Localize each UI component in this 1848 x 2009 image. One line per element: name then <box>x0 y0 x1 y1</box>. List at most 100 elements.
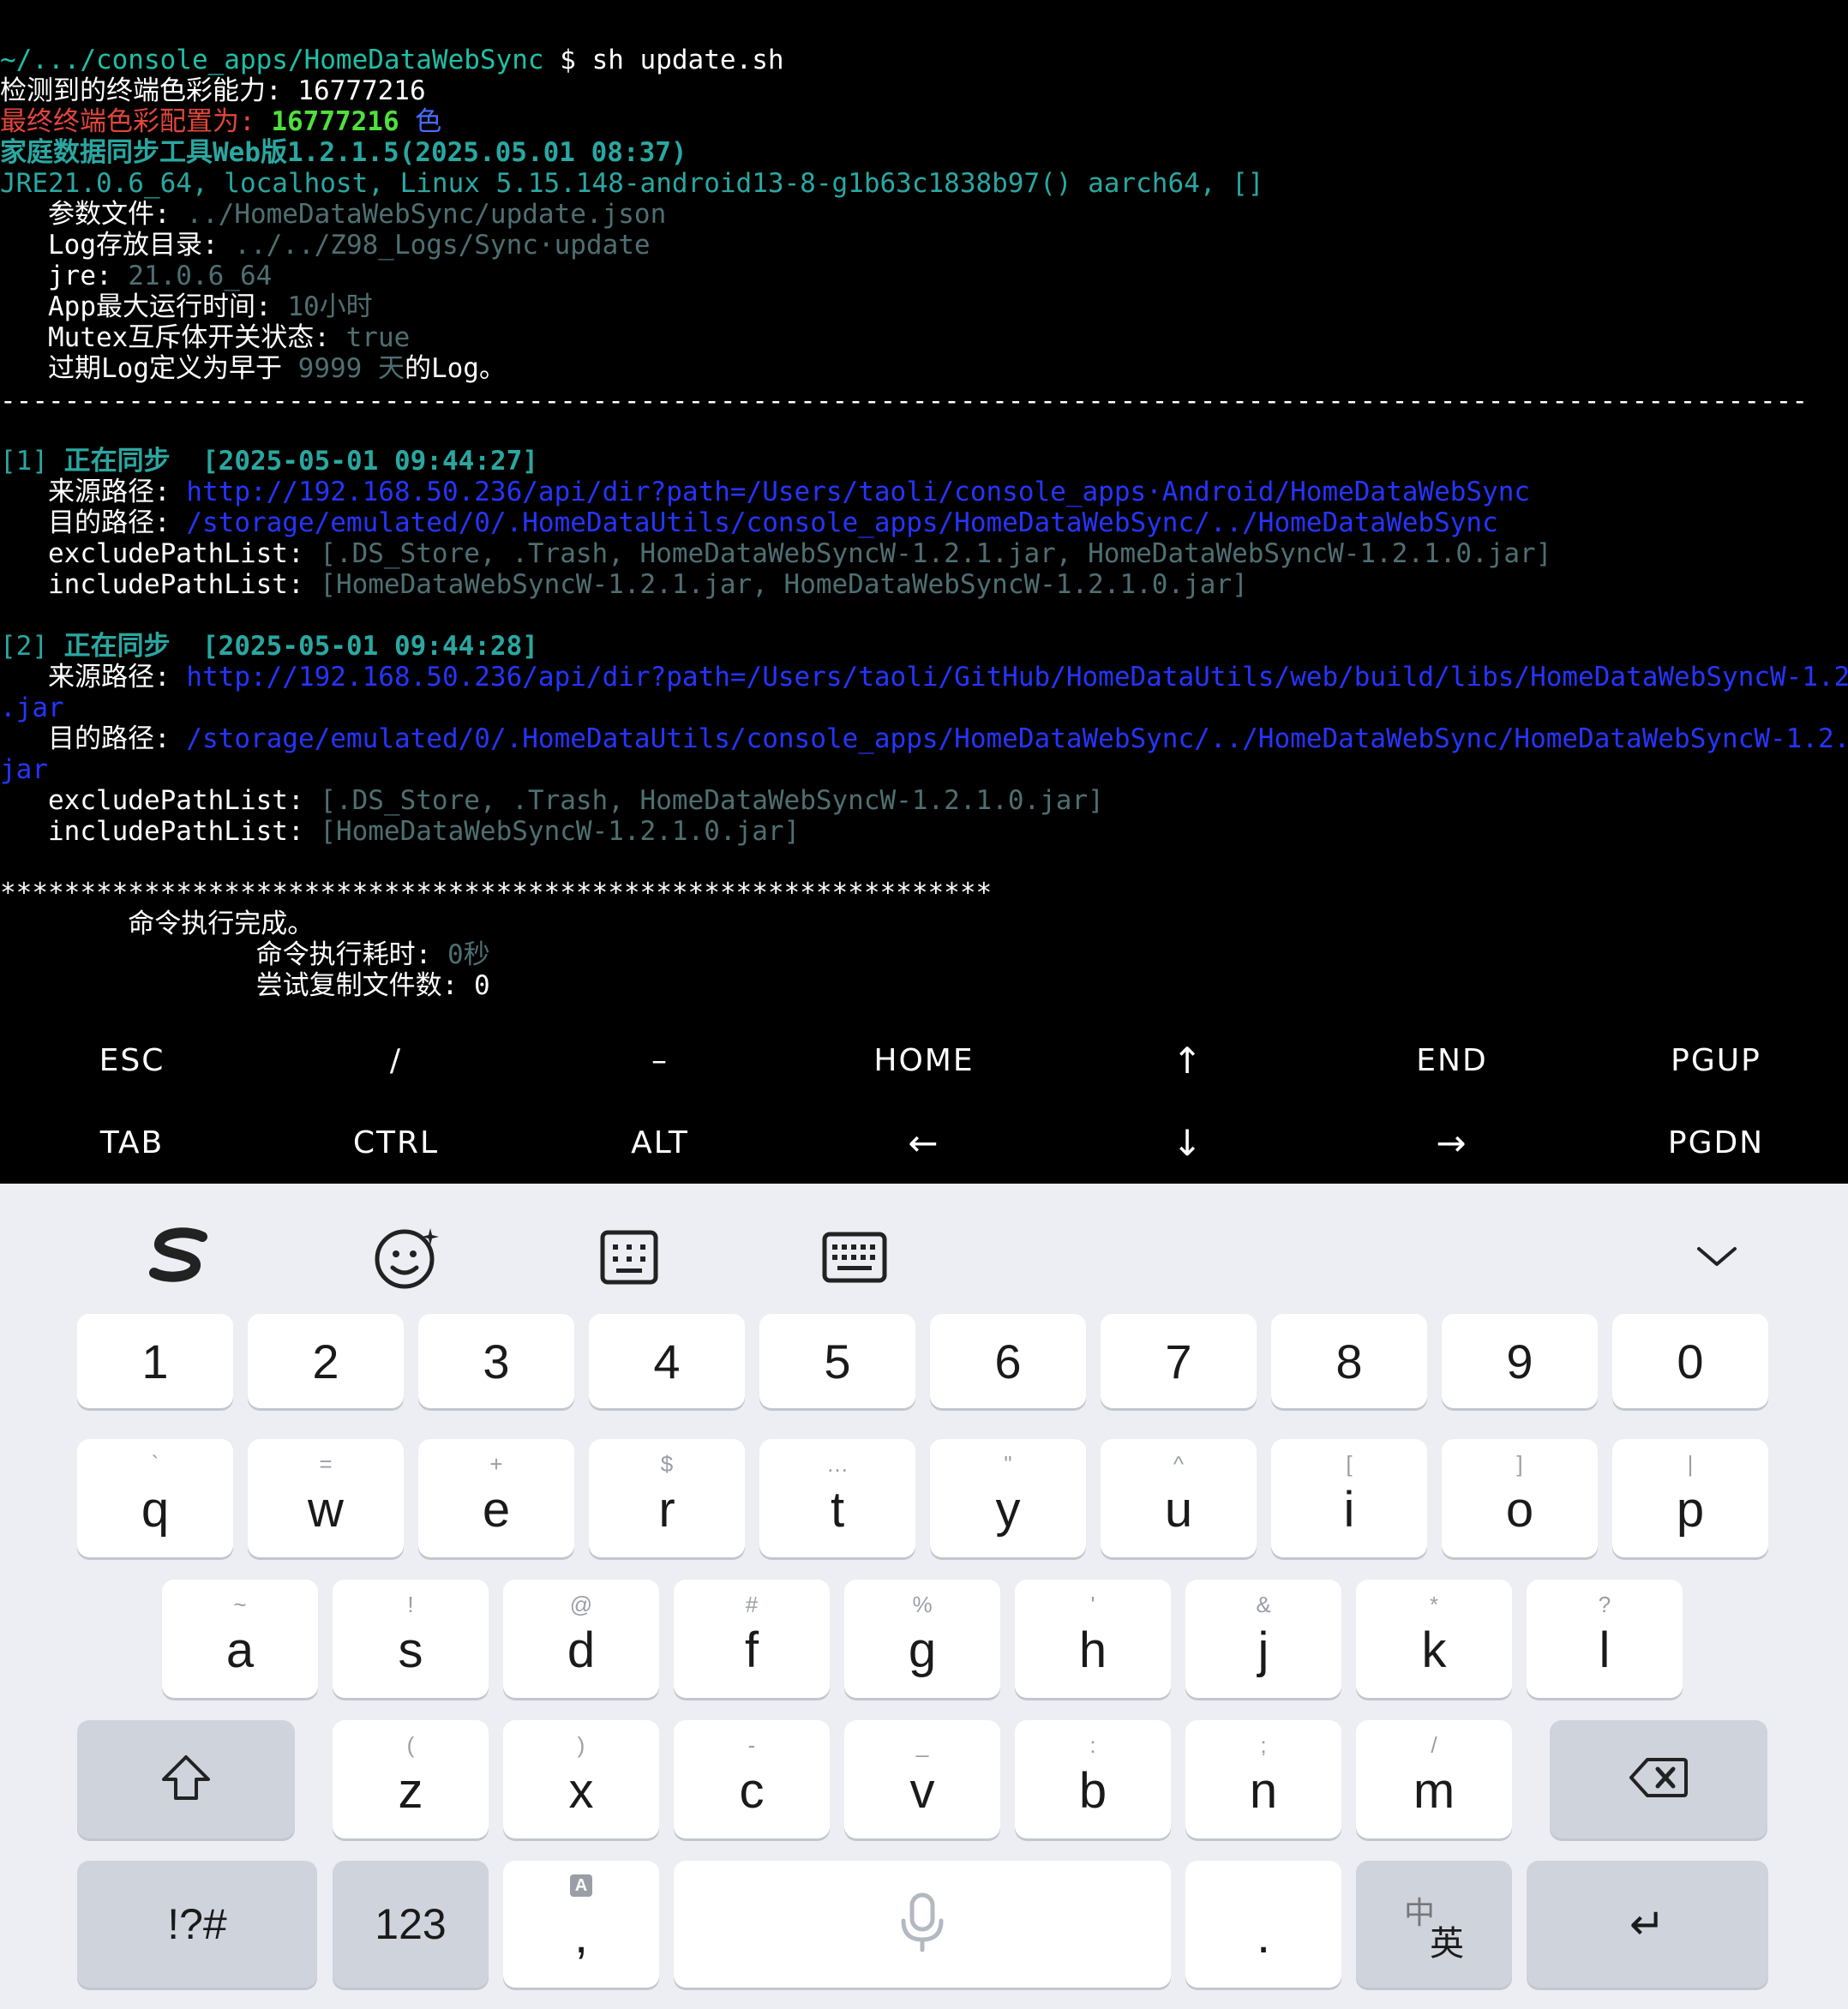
key-k[interactable]: * k <box>1356 1580 1512 1698</box>
emoji-icon[interactable] <box>363 1214 449 1300</box>
elapsed-label: 命令执行耗时: <box>0 939 447 970</box>
sync-header: [1] 正在同步 [2025-05-01 09:44:27] <box>0 446 538 477</box>
key-f[interactable]: # f <box>674 1580 830 1698</box>
key-m[interactable]: / m <box>1356 1720 1512 1838</box>
sogou-logo-icon[interactable] <box>137 1218 223 1295</box>
key-1[interactable]: 1 <box>77 1314 233 1408</box>
param-label: App最大运行时间: <box>0 291 288 322</box>
param-label: 参数文件: <box>0 199 187 230</box>
key-p[interactable]: | p <box>1612 1439 1768 1557</box>
key-i[interactable]: [i <box>1271 1439 1427 1557</box>
app-title-line: 家庭数据同步工具Web版1.2.1.5(2025.05.01 08:37) <box>0 137 687 168</box>
arrow-right-key[interactable]: → <box>1320 1101 1584 1184</box>
src-label: 来源路径: <box>0 662 187 693</box>
color-detect-value: 16777216 <box>297 75 426 106</box>
param-value: ../HomeDataWebSync/update.json <box>186 199 667 230</box>
key-l[interactable]: ? l <box>1527 1580 1683 1698</box>
key-b[interactable]: :b <box>1015 1720 1171 1838</box>
expire-suffix: 的Log。 <box>404 353 506 384</box>
exclude-value: [.DS_Store, .Trash, HomeDataWebSyncW-1.2… <box>320 785 1104 816</box>
key-s[interactable]: ! s <box>333 1580 489 1698</box>
key-h[interactable]: ' h <box>1015 1580 1171 1698</box>
key-u[interactable]: ^ u <box>1101 1439 1257 1557</box>
key-3[interactable]: 3 <box>418 1314 574 1408</box>
sync-src-line: 来源路径: http://192.168.50.236/api/dir?path… <box>0 477 1530 507</box>
collapse-chevron-icon[interactable] <box>1677 1218 1757 1295</box>
key-a[interactable]: ~ a <box>162 1580 318 1698</box>
exclude-value: [.DS_Store, .Trash, HomeDataWebSyncW-1.2… <box>320 538 1552 569</box>
command-text: sh update.sh <box>591 45 784 75</box>
slash-key[interactable]: / <box>264 1019 528 1101</box>
end-key[interactable]: END <box>1320 1019 1584 1101</box>
shift-key[interactable] <box>77 1720 295 1838</box>
esc-key[interactable]: ESC <box>0 1019 264 1101</box>
lang-bottom: 英 <box>1430 1924 1464 1964</box>
sync-time: [2025-05-01 09:44:27] <box>186 446 538 477</box>
key-j[interactable]: & j <box>1185 1580 1341 1698</box>
key-q[interactable]: ` q <box>77 1439 233 1557</box>
arrow-up-key[interactable]: ↑ <box>1056 1019 1320 1101</box>
include-value: [HomeDataWebSyncW-1.2.1.0.jar] <box>320 816 801 847</box>
include-label: includePathList: <box>0 816 321 847</box>
color-detect-label: 检测到的终端色彩能力: <box>0 75 298 106</box>
dst-path: /storage/emulated/0/.HomeDataUtils/conso… <box>186 723 1848 754</box>
key-t[interactable]: … t <box>759 1439 915 1557</box>
terminal-output[interactable]: ~/.../console_apps/HomeDataWebSync $ sh … <box>0 0 1848 1019</box>
keyboard-layout-icon[interactable] <box>809 1214 900 1300</box>
sync-time: [2025-05-01 09:44:28] <box>186 631 538 662</box>
key-n[interactable]: ; n <box>1185 1720 1341 1838</box>
copied-label: 尝试复制文件数: <box>0 970 474 1001</box>
pgup-key[interactable]: PGUP <box>1584 1019 1848 1101</box>
key-g[interactable]: % g <box>844 1580 1000 1698</box>
caps-badge-icon: A <box>570 1874 592 1897</box>
home-key[interactable]: HOME <box>792 1019 1056 1101</box>
dash-key[interactable]: – <box>528 1019 792 1101</box>
comma-key[interactable]: A , <box>503 1861 659 1988</box>
key-x[interactable]: ) x <box>503 1720 659 1838</box>
expire-value: 9999 天 <box>297 353 405 384</box>
param-label: Mutex互斥体开关状态: <box>0 322 346 353</box>
key-y[interactable]: " y <box>930 1439 1086 1557</box>
small-keyboard-icon[interactable] <box>586 1214 672 1300</box>
backspace-icon <box>1629 1756 1689 1803</box>
arrow-left-key[interactable]: ← <box>792 1101 1056 1184</box>
language-switch-key[interactable]: 中 英 <box>1356 1861 1512 1988</box>
alt-key[interactable]: ALT <box>528 1101 792 1184</box>
key-d[interactable]: @ d <box>503 1580 659 1698</box>
key-7[interactable]: 7 <box>1101 1314 1257 1408</box>
arrow-down-key[interactable]: ↓ <box>1056 1101 1320 1184</box>
param-value: ../../Z98_Logs/Sync·update <box>234 230 651 261</box>
period-key[interactable]: . <box>1185 1861 1341 1988</box>
backspace-key[interactable] <box>1550 1720 1767 1838</box>
key-5[interactable]: 5 <box>759 1314 915 1408</box>
key-9[interactable]: 9 <box>1442 1314 1598 1408</box>
sync-status: 正在同步 <box>48 631 187 662</box>
sync-src-line: 来源路径: http://192.168.50.236/api/dir?path… <box>0 662 1848 693</box>
key-o[interactable]: ] o <box>1442 1439 1598 1557</box>
key-6[interactable]: 6 <box>930 1314 1086 1408</box>
space-key[interactable] <box>674 1861 1171 1988</box>
dst-path: /storage/emulated/0/.HomeDataUtils/conso… <box>186 507 1498 538</box>
key-4[interactable]: 4 <box>589 1314 745 1408</box>
key-v[interactable]: _ v <box>844 1720 1000 1838</box>
symbols-key[interactable]: !?# <box>77 1861 317 1988</box>
tab-key[interactable]: TAB <box>0 1101 264 1184</box>
microphone-icon <box>898 1892 946 1958</box>
key-8[interactable]: 8 <box>1271 1314 1427 1408</box>
key-w[interactable]: = w <box>248 1439 404 1557</box>
key-0[interactable]: 0 <box>1612 1314 1768 1408</box>
key-e[interactable]: + e <box>418 1439 574 1557</box>
src-path-wrap: .jar <box>0 693 64 723</box>
enter-key[interactable]: ↵ <box>1527 1861 1768 1988</box>
param-value: true <box>345 322 411 353</box>
prompt-line: ~/.../console_apps/HomeDataWebSync $ sh … <box>0 45 784 75</box>
ctrl-key[interactable]: CTRL <box>264 1101 528 1184</box>
sync-exclude-line: excludePathList: [.DS_Store, .Trash, Hom… <box>0 785 1104 816</box>
key-2[interactable]: 2 <box>248 1314 404 1408</box>
key-r[interactable]: $ r <box>589 1439 745 1557</box>
key-c[interactable]: -c <box>674 1720 830 1838</box>
key-z[interactable]: (z <box>333 1720 489 1838</box>
pgdn-key[interactable]: PGDN <box>1584 1101 1848 1184</box>
dst-label: 目的路径: <box>0 723 187 754</box>
numbers-key[interactable]: 123 <box>333 1861 489 1988</box>
